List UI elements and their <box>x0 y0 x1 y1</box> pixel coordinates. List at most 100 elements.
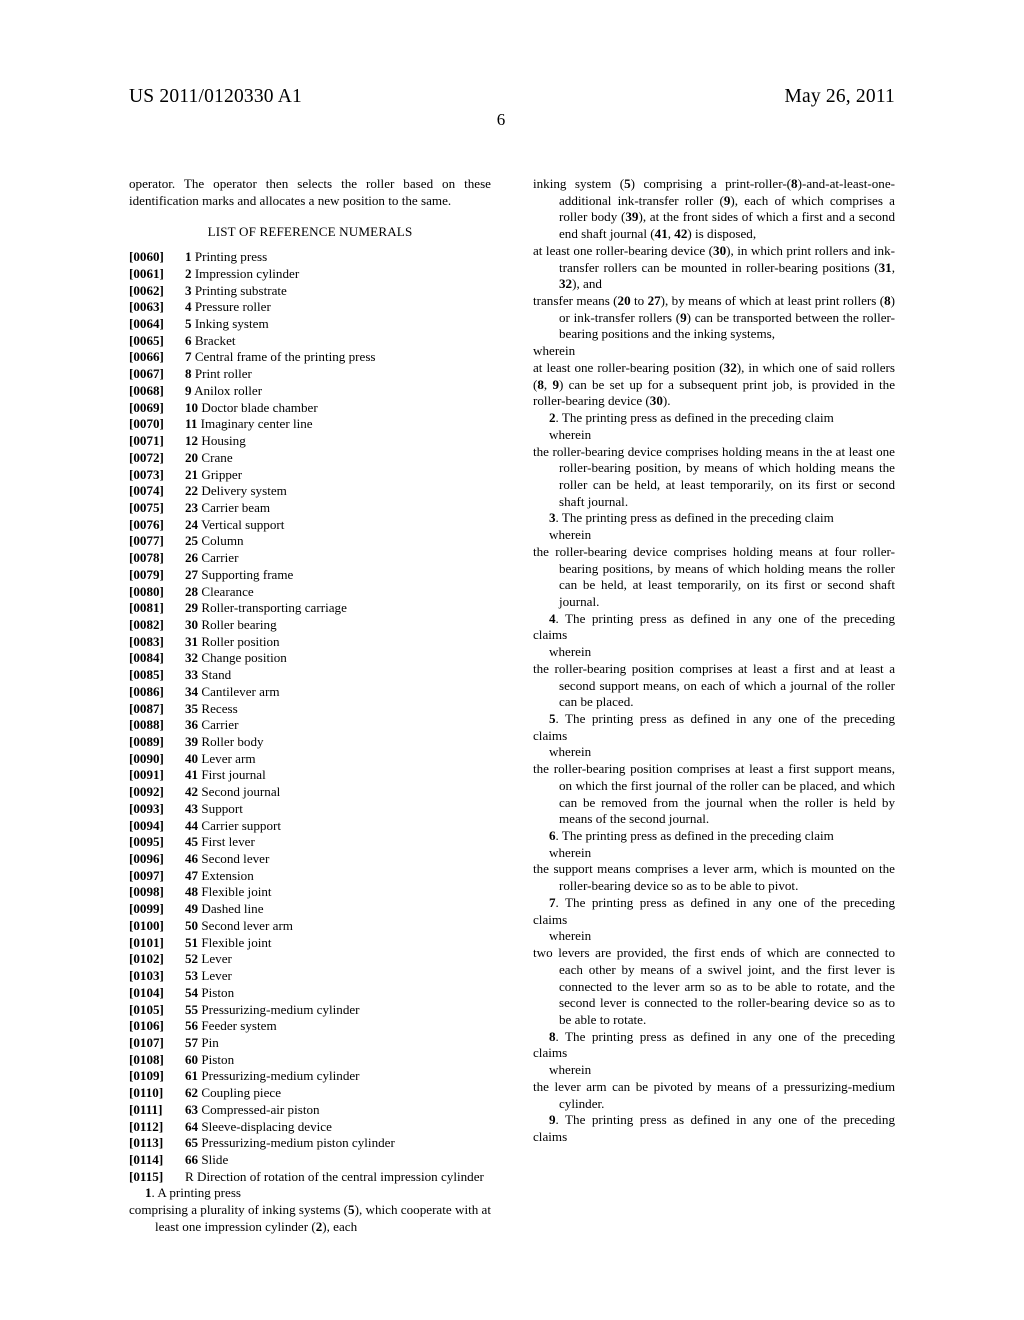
paragraph-number: [0062] <box>129 282 164 298</box>
reference-numeral-item: [0061] 2 Impression cylinder <box>129 266 491 283</box>
reference-number: 32 <box>185 650 199 666</box>
paragraph-number: [0070] <box>129 416 164 432</box>
paragraph-number: [0074] <box>129 483 164 499</box>
reference-numeral-item: [0081] 29 Roller-transporting carriage <box>129 600 491 617</box>
reference-label: Inking system <box>191 316 269 332</box>
reference-number: 52 <box>185 951 199 967</box>
reference-label: Compressed-air piston <box>198 1101 320 1117</box>
reference-label: Pressurizing-medium piston cylinder <box>198 1135 395 1151</box>
paragraph-number: [0103] <box>129 968 164 984</box>
reference-label: Lever <box>198 968 232 984</box>
reference-number: 11 <box>185 416 198 432</box>
reference-numeral-item: [0104] 54 Piston <box>129 985 491 1002</box>
claim-wherein: wherein <box>549 426 592 442</box>
paragraph-number: [0093] <box>129 800 164 816</box>
reference-number: 42 <box>185 784 199 800</box>
reference-label: Change position <box>198 650 287 666</box>
reference-numeral-item: [0098] 48 Flexible joint <box>129 884 491 901</box>
reference-numeral-item: [0107] 57 Pin <box>129 1035 491 1052</box>
reference-number: 61 <box>185 1068 199 1084</box>
claim-heading-text: . The printing press as defined in any o… <box>533 610 895 643</box>
paragraph-number: [0087] <box>129 700 164 716</box>
paragraph-number: [0096] <box>129 851 164 867</box>
claim-heading: 8. The printing press as defined in any … <box>533 1029 895 1062</box>
reference-number: 10 <box>185 399 199 415</box>
reference-number: 24 <box>185 516 199 532</box>
reference-numeral-item: [0083] 31 Roller position <box>129 634 491 651</box>
reference-number: 65 <box>185 1135 199 1151</box>
continued-paragraph: operator. The operator then selects the … <box>129 176 491 208</box>
reference-numeral-item: [0074] 22 Delivery system <box>129 483 491 500</box>
paragraph-number: [0085] <box>129 667 164 683</box>
reference-numeral-item: [0090] 40 Lever arm <box>129 751 491 768</box>
reference-number: 35 <box>185 700 199 716</box>
reference-numeral-item: [0071] 12 Housing <box>129 433 491 450</box>
reference-number: 51 <box>185 934 199 950</box>
claim-heading-text: . The printing press as defined in the p… <box>555 510 834 526</box>
claim-1-body-start: comprising a plurality of inking systems… <box>129 1202 492 1234</box>
reference-number: 66 <box>185 1151 199 1167</box>
reference-number: 50 <box>185 917 199 933</box>
paragraph-number: [0090] <box>129 750 164 766</box>
reference-number: 54 <box>185 984 199 1000</box>
claim-heading-text: . The printing press as defined in any o… <box>533 1112 895 1144</box>
right-column: inking system (5) comprising a print-rol… <box>533 176 895 1146</box>
paragraph-number: [0081] <box>129 600 164 616</box>
reference-numeral-item: [0084] 32 Change position <box>129 650 491 667</box>
reference-numeral-item: [0111] 63 Compressed-air piston <box>129 1102 491 1119</box>
claim-heading: 5. The printing press as defined in any … <box>533 711 895 744</box>
claim-body: the roller-bearing position comprises at… <box>533 660 895 710</box>
paragraph-number: [0097] <box>129 867 164 883</box>
claim-heading-text: . The printing press as defined in any o… <box>533 1028 895 1061</box>
reference-number: 39 <box>185 734 199 749</box>
paragraph-number: [0082] <box>129 616 164 632</box>
reference-numeral-item: [0105] 55 Pressurizing-medium cylinder <box>129 1002 491 1019</box>
reference-numeral-item: [0087] 35 Recess <box>129 701 491 718</box>
paragraph-number: [0098] <box>129 884 164 900</box>
reference-numeral-item: [0073] 21 Gripper <box>129 467 491 484</box>
paragraph-number: [0067] <box>129 366 164 382</box>
reference-numeral-item: [0093] 43 Support <box>129 801 491 818</box>
paragraph-number: [0108] <box>129 1051 164 1067</box>
claim-heading-text: . The printing press as defined in any o… <box>533 711 895 743</box>
claim-1-heading: 1. A printing press <box>129 1185 491 1202</box>
reference-label: Pin <box>198 1034 219 1050</box>
claim-wherein: wherein <box>549 928 592 944</box>
reference-label: Printing substrate <box>191 282 287 298</box>
reference-numeral-item: [0114] 66 Slide <box>129 1152 491 1169</box>
reference-label: Support <box>198 800 243 816</box>
reference-numeral-item: [0110] 62 Coupling piece <box>129 1085 491 1102</box>
reference-label: Second journal <box>198 784 281 800</box>
claim-1-continued-bearing-device: at least one roller-bearing device (30),… <box>533 242 895 292</box>
reference-number: 31 <box>185 633 199 649</box>
reference-number: 41 <box>185 767 199 783</box>
reference-label: Housing <box>198 433 246 449</box>
reference-number: 48 <box>185 884 199 900</box>
reference-number: 22 <box>185 483 199 499</box>
reference-label: Print roller <box>191 366 252 382</box>
reference-label: Feeder system <box>198 1018 277 1034</box>
claim-body: the roller-bearing position comprises at… <box>533 761 895 827</box>
reference-numeral-item: [0102] 52 Lever <box>129 951 491 968</box>
reference-label: Impression cylinder <box>191 265 300 281</box>
claim-wherein: wherein <box>549 744 592 760</box>
claim-heading-text: . The printing press as defined in the p… <box>555 410 834 426</box>
reference-number: 46 <box>185 851 199 867</box>
paragraph-number: [0095] <box>129 834 164 850</box>
claim-body: the roller-bearing device comprises hold… <box>533 443 895 509</box>
paragraph-number: [0107] <box>129 1034 164 1050</box>
reference-numeral-item: [0072] 20 Crane <box>129 450 491 467</box>
reference-numeral-item: [0094] 44 Carrier support <box>129 818 491 835</box>
reference-numeral-item: [0065] 6 Bracket <box>129 333 491 350</box>
reference-numeral-item: [0100] 50 Second lever arm <box>129 918 491 935</box>
reference-numeral-item: [0095] 45 First lever <box>129 834 491 851</box>
paragraph-number: [0083] <box>129 633 164 649</box>
reference-numeral-item: [0103] 53 Lever <box>129 968 491 985</box>
publication-number: US 2011/0120330 A1 <box>129 86 302 107</box>
paragraph-number: [0100] <box>129 917 164 933</box>
reference-label: Roller body <box>198 734 264 749</box>
reference-numeral-item: [0097] 47 Extension <box>129 868 491 885</box>
reference-numeral-item: [0077] 25 Column <box>129 533 491 550</box>
claim-body: the support means comprises a lever arm,… <box>533 861 895 894</box>
reference-numeral-item: [0112] 64 Sleeve-displacing device <box>129 1119 491 1136</box>
